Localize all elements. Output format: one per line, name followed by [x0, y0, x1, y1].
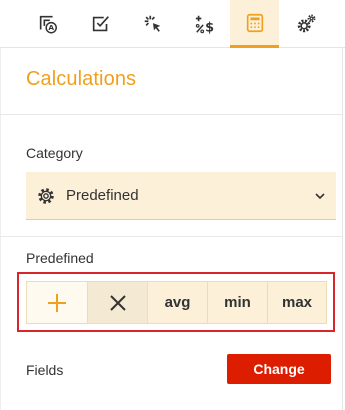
gear-icon: [38, 188, 54, 204]
category-label: Category: [26, 145, 83, 161]
svg-text:A: A: [48, 23, 54, 32]
predefined-label: Predefined: [26, 250, 94, 266]
panel-title: Calculations: [26, 68, 137, 90]
calculations-format-tool[interactable]: $: [181, 0, 228, 48]
click-icon: [144, 15, 160, 32]
format-icon: A: [39, 15, 57, 34]
toolbar: A $: [0, 0, 345, 48]
category-select[interactable]: Predefined: [26, 172, 336, 220]
format-tool[interactable]: A: [24, 0, 71, 48]
max-button[interactable]: max: [267, 281, 327, 324]
gears-icon: [297, 14, 315, 33]
advanced-tool[interactable]: [282, 0, 329, 48]
avg-button[interactable]: avg: [147, 281, 208, 324]
predefined-button-group: avg min max: [26, 281, 327, 324]
change-button[interactable]: Change: [227, 354, 331, 384]
checkbox-icon: [92, 16, 109, 32]
fields-label: Fields: [26, 362, 64, 378]
calculator-icon: [246, 13, 263, 32]
title-divider: [0, 114, 343, 115]
svg-text:$: $: [205, 20, 214, 35]
chevron-down-icon: [315, 193, 325, 200]
add-button[interactable]: [26, 281, 88, 324]
remove-button[interactable]: [87, 281, 148, 324]
actions-tool[interactable]: [129, 0, 176, 48]
percent-dollar-icon: $: [195, 15, 214, 35]
category-value: Predefined: [66, 187, 139, 204]
category-divider: [0, 236, 343, 237]
close-icon: [109, 294, 126, 311]
min-button[interactable]: min: [207, 281, 268, 324]
plus-icon: [48, 293, 66, 312]
calculations-tool[interactable]: [230, 0, 279, 48]
validation-tool[interactable]: [77, 0, 124, 48]
